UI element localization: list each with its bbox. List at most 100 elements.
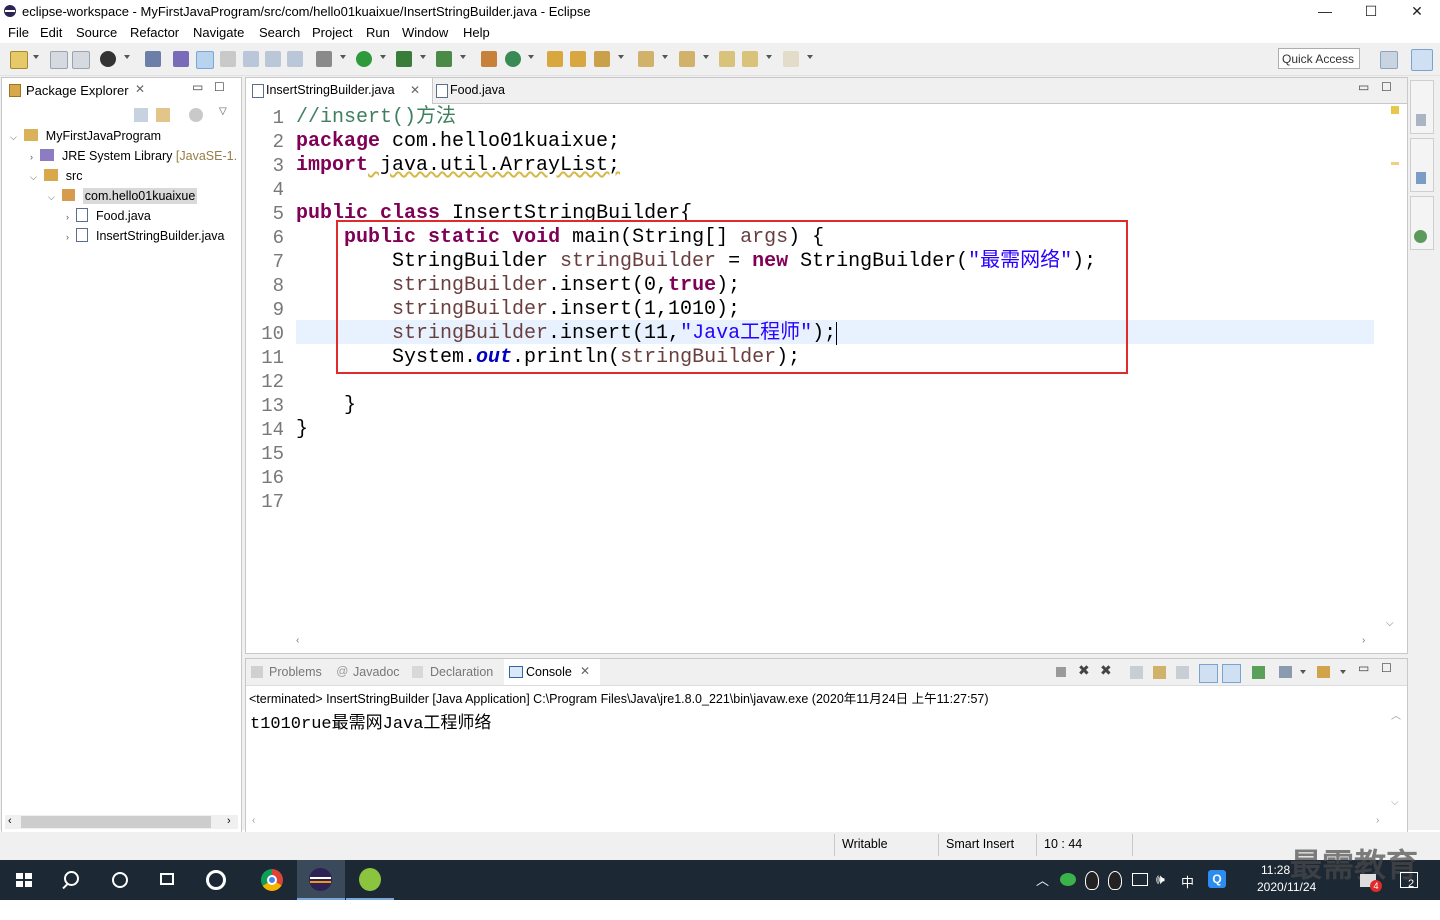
editor-horizontal-scrollbar[interactable]: ‹ › [296, 635, 1376, 649]
maximize-console-icon[interactable]: ☐ [1381, 661, 1392, 675]
code-text-area[interactable]: //insert()方法 package com.hello01kuaixue;… [296, 104, 1374, 644]
tree-item-project[interactable]: ⌵ MyFirstJavaProgram [10, 126, 161, 146]
qq-icon[interactable] [1085, 871, 1099, 890]
volume-icon[interactable]: 🕪 [1156, 871, 1165, 911]
tab-problems[interactable]: Problems [269, 665, 322, 679]
toggle-mark-occurrences-icon[interactable] [196, 51, 214, 69]
menu-search[interactable]: Search [259, 25, 300, 40]
profile-dropdown-icon[interactable] [124, 55, 130, 59]
scroll-left-icon[interactable]: ‹ [296, 635, 299, 646]
overview-ruler-marker[interactable] [1391, 162, 1399, 165]
recorder-app-icon[interactable] [346, 860, 394, 900]
tree-item-src[interactable]: ⌵ src [30, 166, 82, 186]
chrome-icon[interactable] [248, 860, 296, 900]
show-on-stdout-icon[interactable] [1199, 664, 1218, 683]
view-menu-icon[interactable]: ▽ [219, 106, 227, 117]
horizontal-scrollbar[interactable]: ‹ › [5, 815, 238, 829]
task-list-icon[interactable] [1416, 172, 1426, 184]
menu-refactor[interactable]: Refactor [130, 25, 179, 40]
console-scroll-up-icon[interactable]: ︿ [1391, 707, 1401, 722]
run-icon[interactable] [356, 51, 372, 67]
menu-window[interactable]: Window [402, 25, 448, 40]
close-button[interactable]: ✕ [1394, 0, 1440, 23]
search-tool-icon[interactable] [594, 51, 610, 67]
menu-help[interactable]: Help [463, 25, 490, 40]
overview-warning-marker[interactable] [1391, 106, 1399, 114]
prev-annotation-dropdown-icon[interactable] [703, 55, 709, 59]
debug-dropdown-icon[interactable] [340, 55, 346, 59]
cortana-icon[interactable] [96, 860, 144, 900]
expand-chevron-icon[interactable]: › [66, 232, 69, 242]
minimize-editor-icon[interactable]: ▭ [1358, 80, 1369, 94]
run-dropdown-icon[interactable] [380, 55, 386, 59]
open-console-icon[interactable] [1317, 666, 1330, 678]
forward-icon[interactable] [783, 51, 799, 67]
tree-item-food[interactable]: › Food.java [66, 206, 151, 226]
maximize-view-icon[interactable]: ☐ [214, 80, 225, 94]
menu-navigate[interactable]: Navigate [193, 25, 244, 40]
word-wrap-console-icon[interactable] [1176, 666, 1189, 679]
coverage-dropdown-icon[interactable] [420, 55, 426, 59]
tab-console[interactable]: Console [526, 665, 572, 679]
link-with-editor-icon[interactable] [156, 108, 170, 122]
close-console-icon[interactable]: ✕ [580, 664, 590, 678]
expand-chevron-icon[interactable]: › [30, 152, 33, 162]
menu-source[interactable]: Source [76, 25, 117, 40]
menu-project[interactable]: Project [312, 25, 352, 40]
outline-icon[interactable] [1416, 114, 1426, 126]
external-tools-icon[interactable] [436, 51, 452, 67]
show-whitespace-icon[interactable] [243, 51, 259, 67]
tree-item-jre[interactable]: › JRE System Library [JavaSE-1. [30, 146, 240, 166]
new-dropdown-icon[interactable] [33, 55, 39, 59]
remove-launch-icon[interactable]: ✖ [1078, 662, 1090, 679]
skip-breakpoints-icon[interactable] [145, 51, 161, 67]
save-all-icon[interactable] [72, 51, 90, 69]
back-dropdown-icon[interactable] [766, 55, 772, 59]
console-output[interactable]: t1010rue最需网Java工程师络 [250, 708, 491, 734]
maximize-button[interactable]: ☐ [1348, 0, 1394, 23]
clock-date[interactable]: 2020/11/24 [1257, 880, 1316, 920]
scroll-left-icon[interactable]: ‹ [8, 815, 12, 827]
focus-active-task-icon[interactable] [189, 108, 203, 122]
show-on-stderr-icon[interactable] [1222, 664, 1241, 683]
task-view-icon[interactable] [144, 860, 192, 900]
tab-declaration[interactable]: Declaration [430, 665, 493, 679]
qq-icon-2[interactable] [1108, 871, 1122, 890]
menu-file[interactable]: File [8, 25, 29, 40]
profile-icon[interactable] [100, 51, 116, 67]
collapse-chevron-icon[interactable]: ⌵ [10, 132, 17, 142]
save-icon[interactable] [50, 51, 68, 69]
tree-item-insertstringbuilder[interactable]: › InsertStringBuilder.java [66, 226, 225, 246]
console-scroll-right-icon[interactable]: › [1376, 815, 1379, 826]
open-perspective-icon[interactable] [1380, 51, 1398, 69]
console-scroll-left-icon[interactable]: ‹ [252, 815, 255, 826]
remove-all-launches-icon[interactable]: ✖ [1100, 662, 1112, 679]
editor-tab-food[interactable]: Food.java [430, 78, 524, 103]
package-explorer-tab[interactable]: Package Explorer ✕ ▭ ☐ [2, 78, 241, 102]
scrollbar-thumb[interactable] [21, 816, 211, 828]
next-annotation-icon[interactable] [638, 51, 654, 67]
search-dropdown-icon[interactable] [618, 55, 624, 59]
minimize-console-icon[interactable]: ▭ [1358, 661, 1369, 675]
terminate-icon[interactable] [1056, 667, 1066, 677]
expand-chevron-icon[interactable]: › [66, 212, 69, 222]
coverage-icon[interactable] [396, 51, 412, 67]
scroll-right-icon[interactable]: › [1362, 635, 1365, 646]
debug-icon[interactable] [316, 51, 332, 67]
new-java-package-icon[interactable] [481, 51, 497, 67]
collapse-chevron-icon[interactable]: ⌵ [30, 172, 37, 182]
new-java-class-icon[interactable] [505, 51, 521, 67]
clear-console-icon[interactable] [1130, 666, 1143, 679]
wechat-icon[interactable] [1060, 873, 1076, 886]
menu-edit[interactable]: Edit [40, 25, 62, 40]
scroll-right-icon[interactable]: › [227, 815, 231, 827]
scroll-down-icon[interactable]: ⌵ [1386, 618, 1394, 629]
next-annotation-dropdown-icon[interactable] [662, 55, 668, 59]
pinwheel-app-icon[interactable] [192, 860, 240, 900]
menu-run[interactable]: Run [366, 25, 390, 40]
tree-item-package[interactable]: ⌵ com.hello01kuaixue [48, 186, 198, 206]
external-tools-dropdown-icon[interactable] [460, 55, 466, 59]
close-tab-icon[interactable]: ✕ [410, 78, 420, 103]
collapse-all-icon[interactable] [134, 108, 148, 122]
block-selection-icon[interactable] [220, 51, 236, 67]
